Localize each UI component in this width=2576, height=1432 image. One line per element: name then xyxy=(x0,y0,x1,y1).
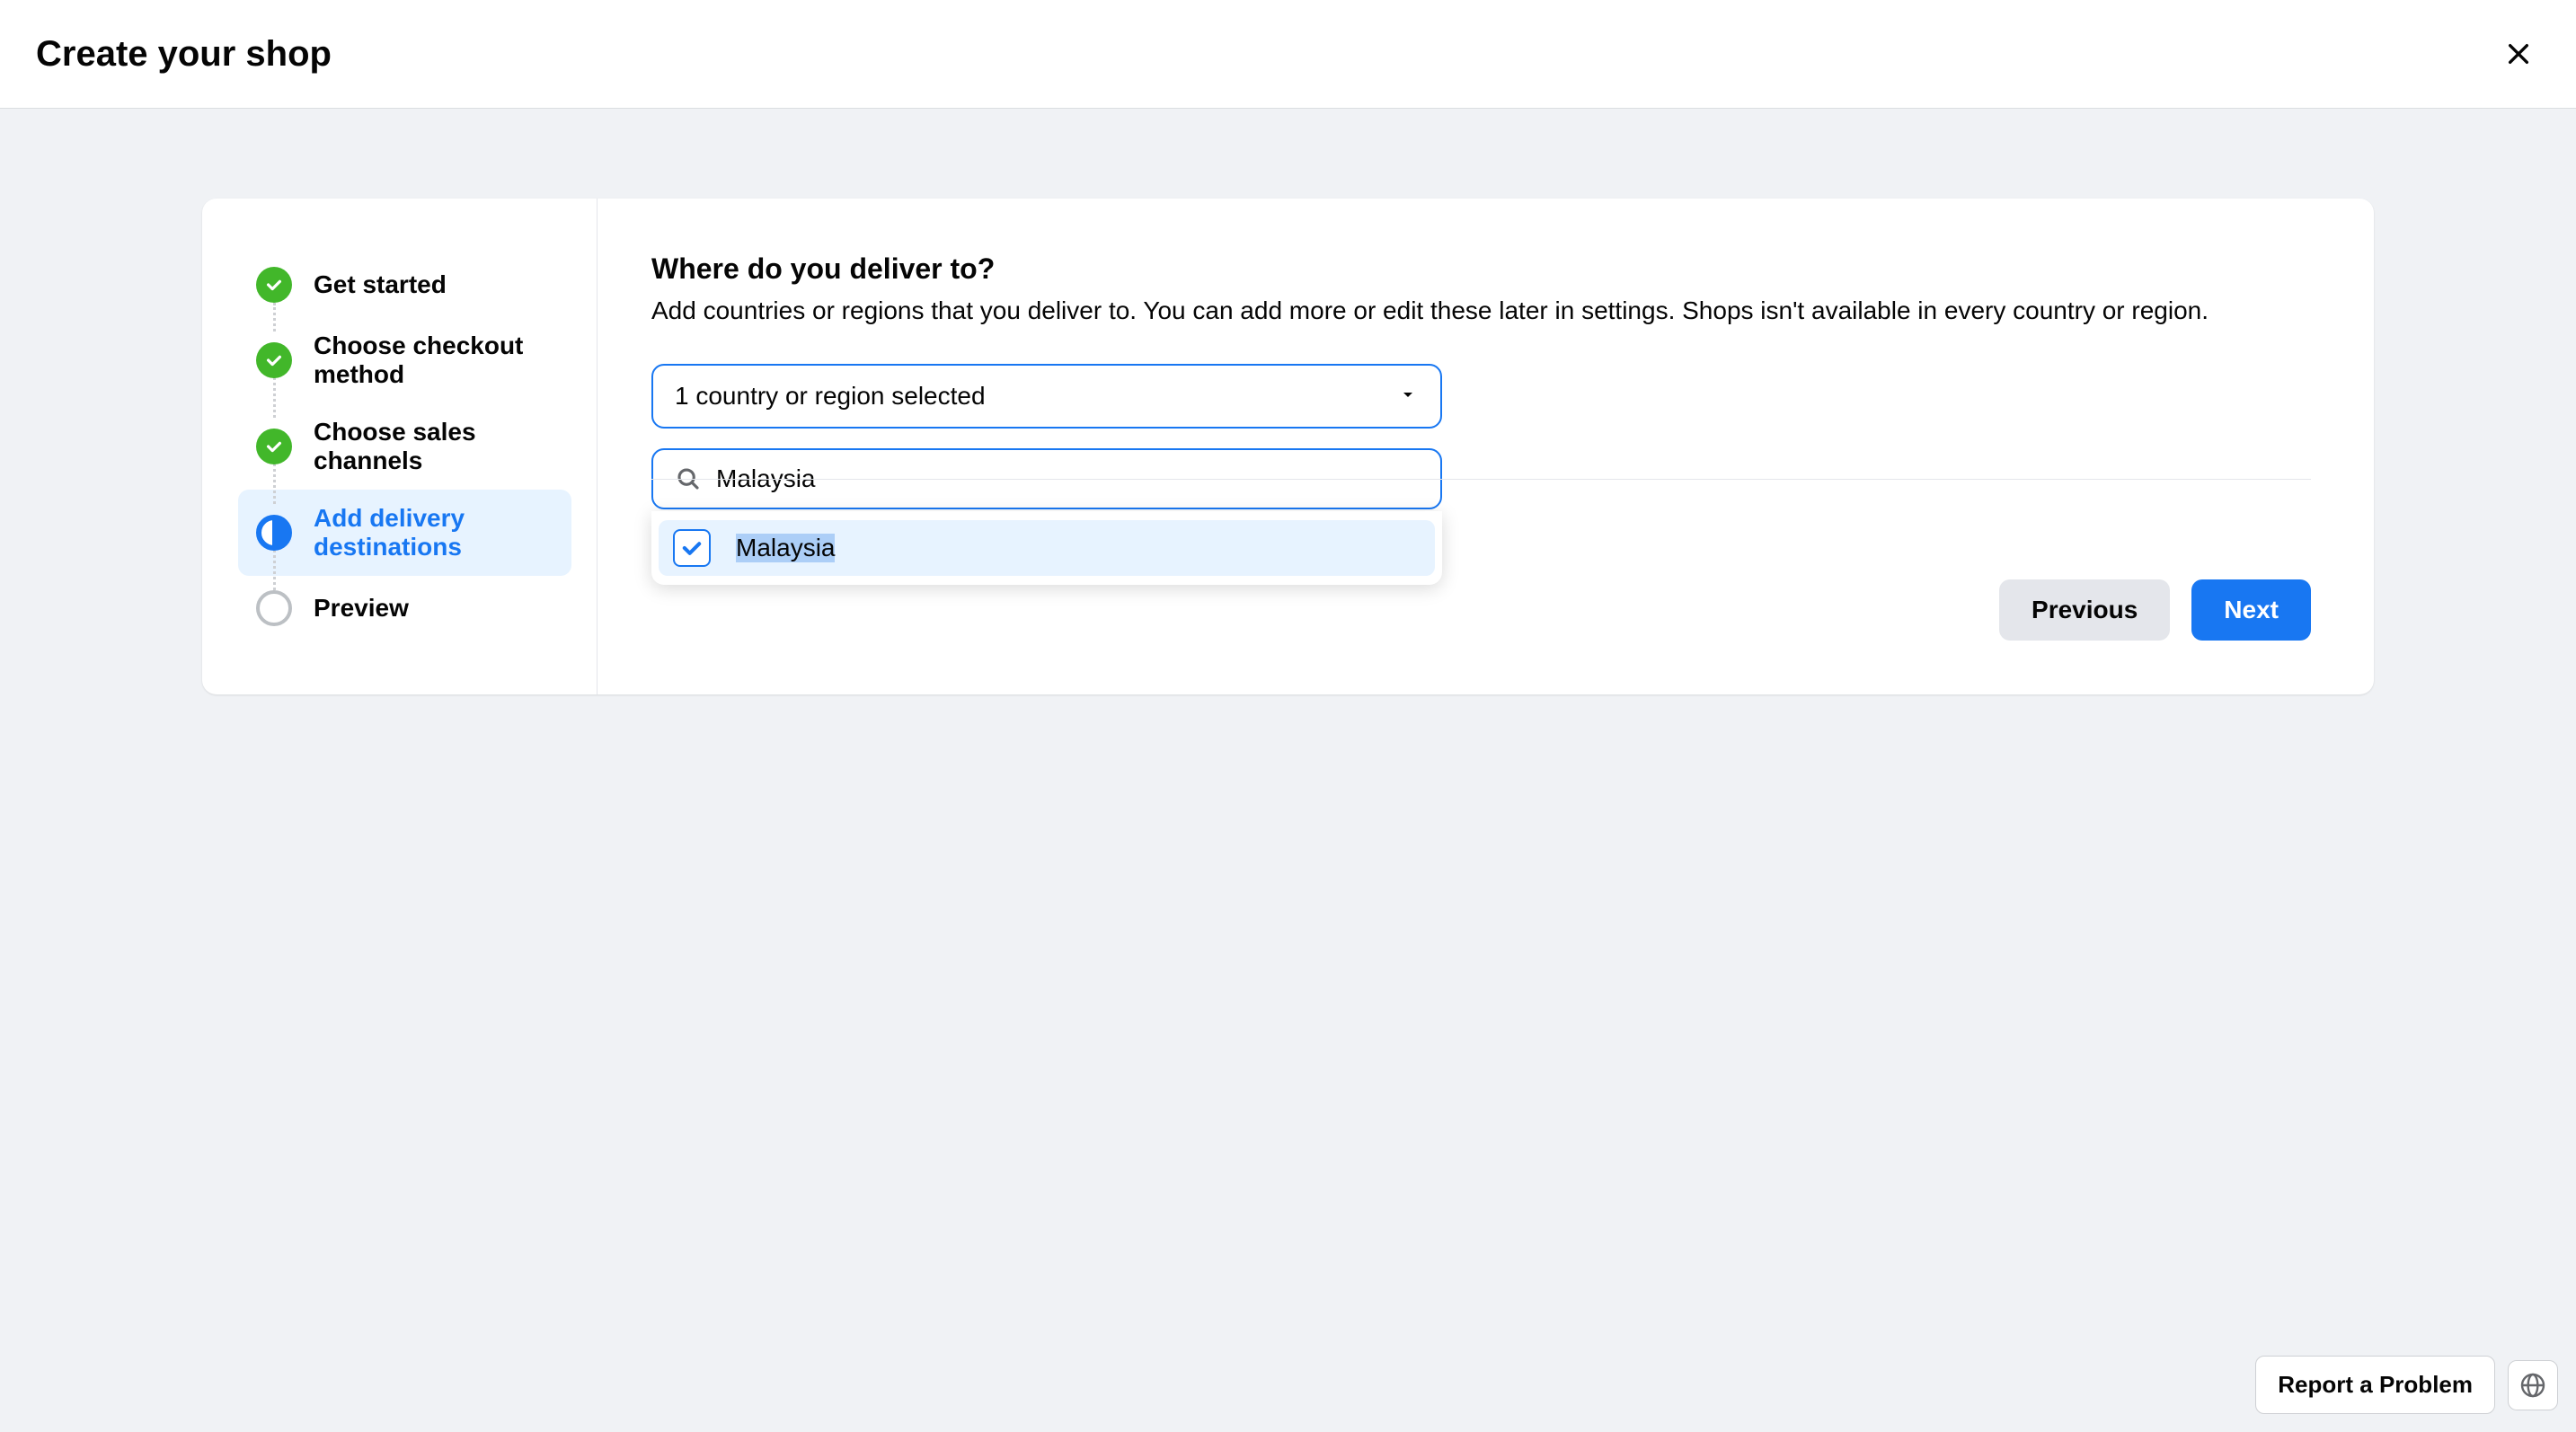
divider xyxy=(651,479,2311,480)
country-select-summary[interactable]: 1 country or region selected xyxy=(651,364,1442,429)
main-container: Get started Choose checkout method Choos… xyxy=(0,109,2576,784)
nav-button-row: Previous Next xyxy=(1999,579,2311,641)
step-get-started[interactable]: Get started xyxy=(238,252,571,317)
option-label: Malaysia xyxy=(736,534,835,562)
dropdown-summary-text: 1 country or region selected xyxy=(675,382,986,411)
step-delivery-destinations[interactable]: Add delivery destinations xyxy=(238,490,571,576)
globe-button[interactable] xyxy=(2508,1360,2558,1410)
modal-header: Create your shop xyxy=(0,0,2576,109)
bottom-bar: Report a Problem xyxy=(2255,1356,2558,1414)
check-circle-icon xyxy=(256,429,292,464)
contact-support-button[interactable]: Contact Support xyxy=(633,581,895,642)
caret-down-icon xyxy=(1397,384,1419,410)
step-label: Add delivery destinations xyxy=(314,504,553,561)
check-circle-icon xyxy=(256,342,292,378)
next-button[interactable]: Next xyxy=(2191,579,2311,641)
step-label: Preview xyxy=(314,594,409,623)
country-option-malaysia[interactable]: Malaysia xyxy=(659,520,1435,576)
country-dropdown-popup: Malaysia xyxy=(651,511,1442,585)
content-description: Add countries or regions that you delive… xyxy=(651,293,2311,328)
step-sidebar: Get started Choose checkout method Choos… xyxy=(202,199,598,694)
check-circle-icon xyxy=(256,267,292,303)
modal-title: Create your shop xyxy=(36,34,332,75)
close-icon xyxy=(2504,40,2533,68)
step-label: Choose checkout method xyxy=(314,331,553,389)
globe-icon xyxy=(2518,1371,2547,1400)
content-panel: Where do you deliver to? Add countries o… xyxy=(598,199,2374,694)
setup-card: Get started Choose checkout method Choos… xyxy=(202,199,2374,694)
close-button[interactable] xyxy=(2497,32,2540,75)
checkbox-checked[interactable] xyxy=(673,529,711,567)
step-label: Choose sales channels xyxy=(314,418,553,475)
content-title: Where do you deliver to? xyxy=(651,252,2311,286)
pending-step-icon xyxy=(256,590,292,626)
current-step-icon xyxy=(256,515,292,551)
step-checkout-method[interactable]: Choose checkout method xyxy=(238,317,571,403)
step-label: Get started xyxy=(314,270,447,299)
step-list: Get started Choose checkout method Choos… xyxy=(238,252,571,641)
step-sales-channels[interactable]: Choose sales channels xyxy=(238,403,571,490)
report-problem-button[interactable]: Report a Problem xyxy=(2255,1356,2495,1414)
step-preview[interactable]: Preview xyxy=(238,576,571,641)
previous-button[interactable]: Previous xyxy=(1999,579,2170,641)
step-connector xyxy=(273,303,276,331)
